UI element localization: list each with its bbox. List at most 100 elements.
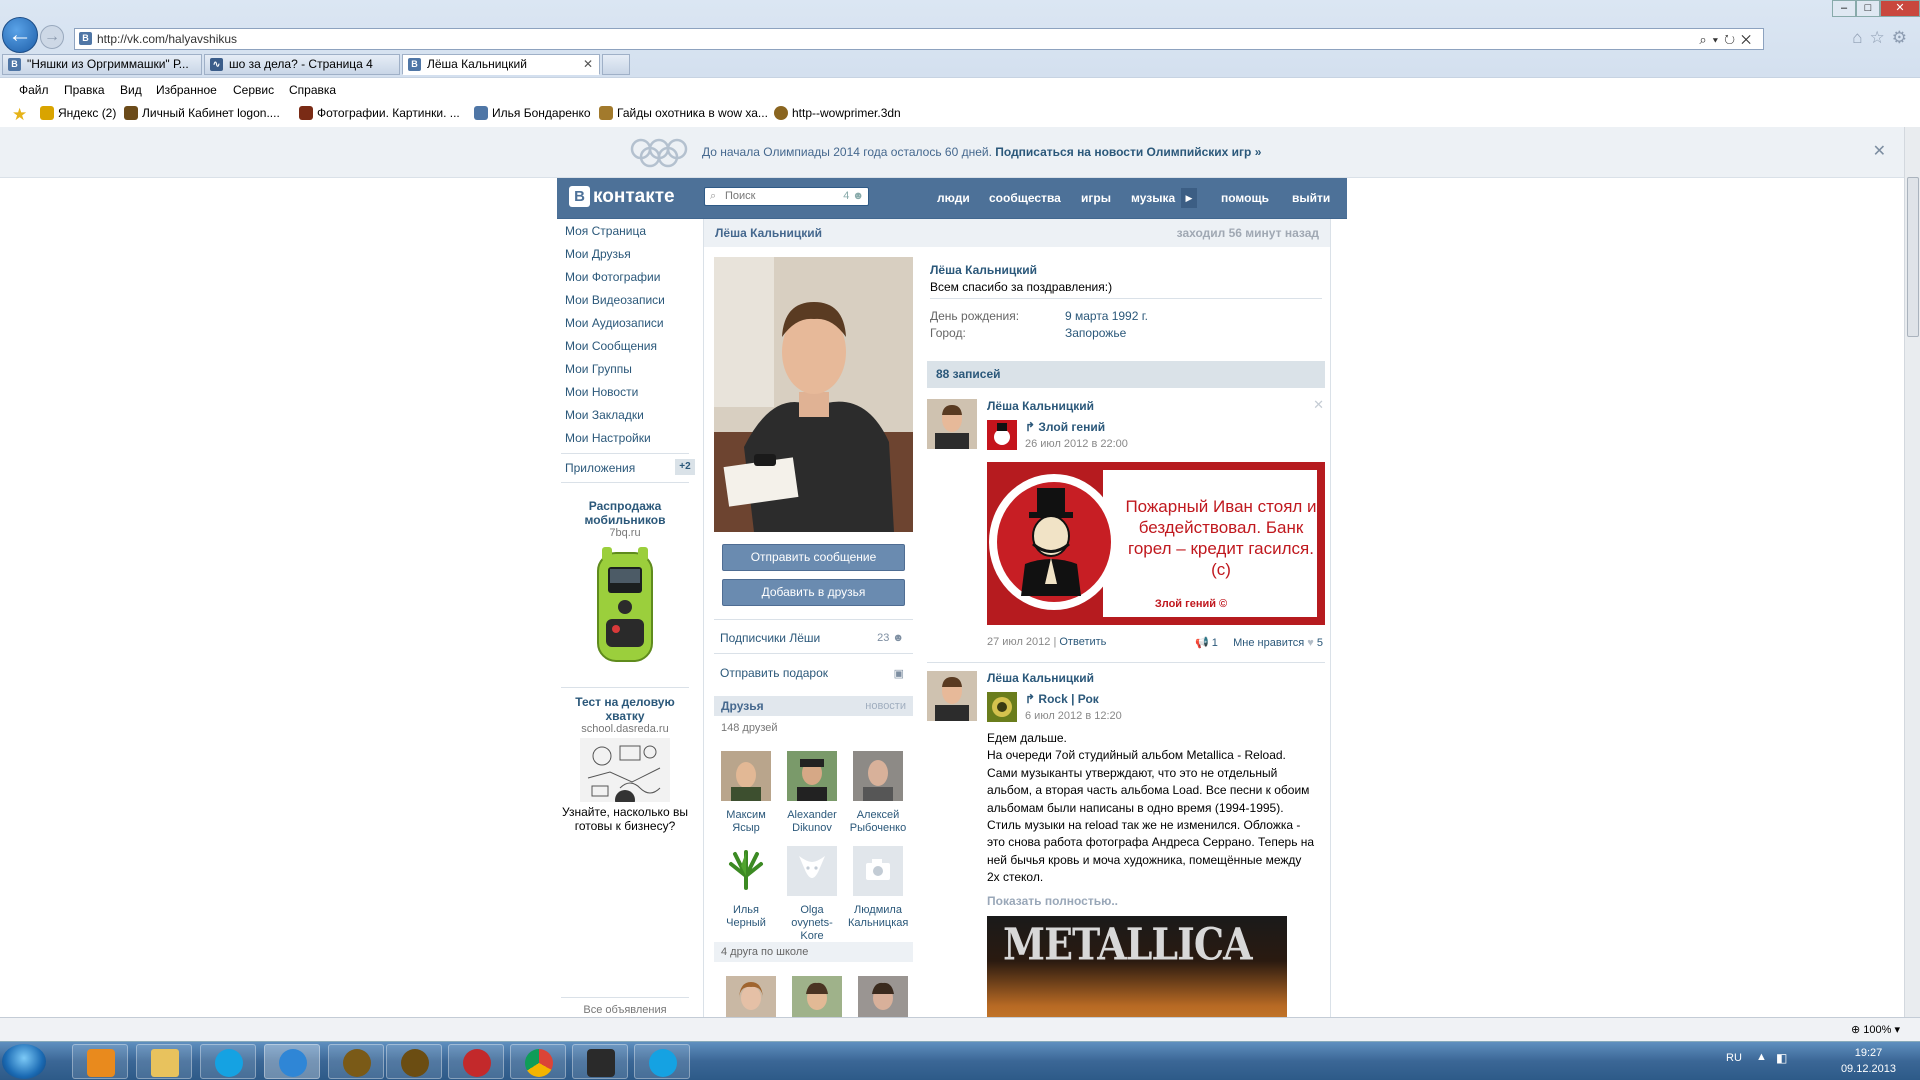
post-image[interactable]: METALLICA <box>987 916 1287 1017</box>
maximize-icon[interactable]: □ <box>1856 0 1880 17</box>
wall-header[interactable]: 88 записей <box>927 361 1325 388</box>
ad-block-2[interactable]: Тест на деловую хватку school.dasreda.ru… <box>561 695 689 833</box>
taskbar-counter-strike[interactable] <box>572 1044 628 1079</box>
post-source-name[interactable]: Rock | Рок <box>1038 692 1098 706</box>
new-tab-button[interactable] <box>602 54 630 75</box>
play-icon[interactable]: ▶ <box>1181 188 1197 208</box>
taskbar-chrome[interactable] <box>510 1044 566 1079</box>
friend-first-name[interactable]: Максим <box>716 809 776 822</box>
tray-arrow-icon[interactable]: ▲ <box>1756 1051 1767 1063</box>
birthday-value[interactable]: 9 марта 1992 г. <box>1065 309 1148 323</box>
language-indicator[interactable]: RU <box>1726 1052 1742 1064</box>
taskbar-media-player[interactable] <box>72 1044 128 1079</box>
scrollbar-thumb[interactable] <box>1907 177 1919 337</box>
browser-toolbar-icons[interactable]: ⌂☆⚙ <box>1852 28 1914 48</box>
favorites-star-icon[interactable]: ★ <box>12 105 27 125</box>
back-button[interactable]: ← <box>2 17 38 53</box>
ad-title[interactable]: Распродажа мобильников <box>561 499 689 527</box>
sidebar-item-my-page[interactable]: Моя Страница <box>565 224 646 238</box>
address-bar[interactable]: В http://vk.com/halyavshikus ⌕▾↻✕ <box>74 28 1764 50</box>
like-label[interactable]: Мне нравится <box>1233 637 1304 649</box>
friend-item[interactable]: Максим Ясыр <box>716 751 776 835</box>
sidebar-item-photos[interactable]: Мои Фотографии <box>565 270 660 284</box>
sidebar-item-apps[interactable]: Приложения <box>565 461 635 475</box>
friend-last-name[interactable]: Кальницкая <box>848 917 908 930</box>
camera-placeholder-icon[interactable] <box>853 846 903 896</box>
taskbar-explorer[interactable] <box>136 1044 192 1079</box>
friend-first-name[interactable]: Olga <box>782 904 842 917</box>
city-value[interactable]: Запорожье <box>1065 326 1126 340</box>
vertical-scrollbar[interactable] <box>1904 127 1920 1017</box>
profile-status[interactable]: Всем спасибо за поздравления:) <box>930 280 1112 294</box>
heart-icon[interactable]: ♥ <box>1307 637 1314 649</box>
tab-close-icon[interactable]: ✕ <box>583 55 593 74</box>
clock[interactable]: 19:27 09.12.2013 <box>1841 1045 1896 1077</box>
post-date[interactable]: 6 июл 2012 в 12:20 <box>1025 710 1122 722</box>
menu-edit[interactable]: Правка <box>64 83 105 97</box>
taskbar-app[interactable] <box>448 1044 504 1079</box>
friend-first-name[interactable]: Алексей <box>848 809 908 822</box>
repost-count[interactable]: 1 <box>1212 637 1218 649</box>
school-friend-avatar[interactable] <box>858 976 908 1017</box>
friend-last-name[interactable]: Dikunov <box>782 822 842 835</box>
post-image[interactable]: Пожарный Иван стоял и бездействовал. Бан… <box>987 462 1325 625</box>
all-ads-link[interactable]: Все объявления <box>561 1004 689 1016</box>
friend-avatar[interactable] <box>853 751 903 801</box>
taskbar-wow[interactable] <box>328 1044 384 1079</box>
menu-file[interactable]: Файл <box>19 83 49 97</box>
friend-first-name[interactable]: Илья <box>716 904 776 917</box>
network-icon[interactable]: ◧ <box>1776 1051 1787 1065</box>
friends-box-header[interactable]: Друзья новости <box>714 696 913 716</box>
start-button[interactable] <box>2 1044 46 1079</box>
friend-avatar[interactable] <box>787 751 837 801</box>
source-avatar[interactable] <box>987 420 1017 450</box>
friend-avatar[interactable] <box>721 751 771 801</box>
send-message-button[interactable]: Отправить сообщение <box>722 544 905 571</box>
favorite-item[interactable]: Яндекс (2) <box>40 106 116 120</box>
favorite-item[interactable]: Личный Кабинет logon.... <box>124 106 280 120</box>
vk-logo[interactable]: Вконтакте <box>569 186 675 208</box>
nav-games[interactable]: игры <box>1081 191 1111 205</box>
olympics-subscribe-link[interactable]: Подписаться на новости Олимпийских игр » <box>995 145 1261 159</box>
post-author[interactable]: Лёша Кальницкий <box>987 399 1094 413</box>
menu-favorites[interactable]: Избранное <box>156 83 217 97</box>
tab-2[interactable]: ∿ шо за дела? - Страница 4 <box>204 54 400 75</box>
taskbar-wow-2[interactable] <box>386 1044 442 1079</box>
show-more-link[interactable]: Показать полностью.. <box>987 894 1118 908</box>
megaphone-icon[interactable]: 📢 <box>1195 637 1209 649</box>
friend-item[interactable]: Алексей Рыбоченко <box>848 751 908 835</box>
menu-tools[interactable]: Сервис <box>233 83 274 97</box>
sidebar-item-messages[interactable]: Мои Сообщения <box>565 339 657 353</box>
post-date[interactable]: 26 июл 2012 в 22:00 <box>1025 438 1128 450</box>
cannabis-leaf-icon[interactable] <box>721 846 771 896</box>
post-source[interactable]: ↱ Rock | Рок <box>1025 692 1099 706</box>
favorite-item[interactable]: Фотографии. Картинки. ... <box>299 106 460 120</box>
taskbar-skype[interactable] <box>200 1044 256 1079</box>
close-window-icon[interactable]: ✕ <box>1880 0 1920 17</box>
friend-first-name[interactable]: Alexander <box>782 809 842 822</box>
source-avatar[interactable] <box>987 692 1017 722</box>
sidebar-item-audio[interactable]: Мои Аудиозаписи <box>565 316 664 330</box>
menu-view[interactable]: Вид <box>120 83 142 97</box>
sidebar-item-bookmarks[interactable]: Мои Закладки <box>565 408 644 422</box>
tab-3-active[interactable]: В Лёша Кальницкий ✕ <box>402 54 600 75</box>
post-source-name[interactable]: Злой гений <box>1038 420 1105 434</box>
friend-item[interactable]: Olga ovynets-Kore <box>782 846 842 943</box>
dog-placeholder-icon[interactable] <box>787 846 837 896</box>
friend-item[interactable]: Alexander Dikunov <box>782 751 842 835</box>
post-author-avatar[interactable] <box>927 671 977 721</box>
search-input[interactable]: ⌕ Поиск 4 ☻ <box>704 187 869 206</box>
post-author[interactable]: Лёша Кальницкий <box>987 671 1094 685</box>
sidebar-item-news[interactable]: Мои Новости <box>565 385 638 399</box>
favorite-item[interactable]: Гайды охотника в wow ха... <box>599 106 768 120</box>
nav-help[interactable]: помощь <box>1221 191 1269 205</box>
avatar[interactable] <box>714 257 913 532</box>
favorite-item[interactable]: Илья Бондаренко <box>474 106 591 120</box>
forward-button[interactable]: → <box>40 25 64 49</box>
post-footer-date[interactable]: 27 июл 2012 <box>987 636 1050 648</box>
like-count[interactable]: 5 <box>1317 637 1323 649</box>
reply-link[interactable]: Ответить <box>1059 636 1106 648</box>
sidebar-item-groups[interactable]: Мои Группы <box>565 362 632 376</box>
post-author-avatar[interactable] <box>927 399 977 449</box>
friend-first-name[interactable]: Людмила <box>848 904 908 917</box>
